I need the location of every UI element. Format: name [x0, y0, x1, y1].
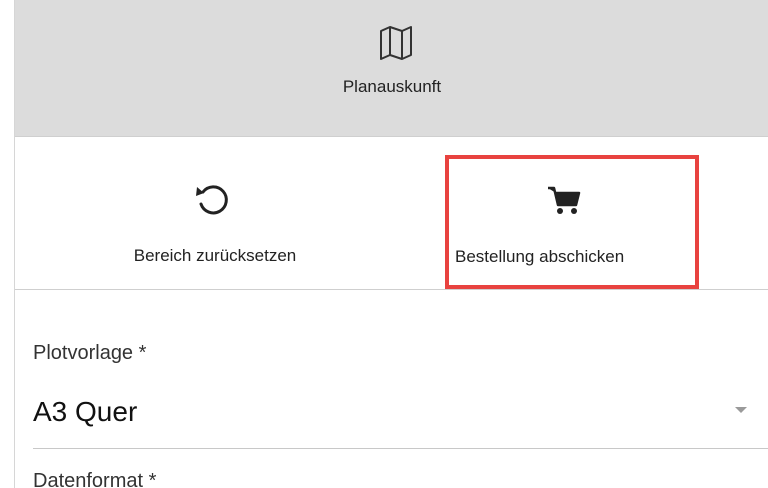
planauskunft-panel: Planauskunft Bereich zurücksetzen Bestel… — [14, 0, 768, 488]
panel-header: Planauskunft — [15, 0, 768, 137]
plot-template-value: A3 Quer — [33, 396, 138, 427]
reset-icon — [192, 179, 232, 219]
map-icon — [377, 24, 415, 60]
panel-title: Planauskunft — [342, 77, 442, 96]
reset-area-button[interactable]: Bereich zurücksetzen — [15, 137, 415, 289]
cart-icon — [544, 179, 584, 219]
plot-template-label: Plotvorlage * — [33, 342, 147, 364]
action-bar: Bereich zurücksetzen Bestellung abschick… — [15, 137, 768, 290]
data-format-label: Datenformat * — [33, 470, 157, 488]
submit-order-button[interactable]: Bestellung abschicken — [415, 137, 768, 289]
reset-area-label: Bereich zurücksetzen — [133, 246, 297, 265]
dropdown-arrow-icon — [735, 407, 747, 413]
submit-order-label: Bestellung abschicken — [455, 247, 625, 266]
plot-template-select[interactable]: A3 Quer — [33, 388, 768, 449]
